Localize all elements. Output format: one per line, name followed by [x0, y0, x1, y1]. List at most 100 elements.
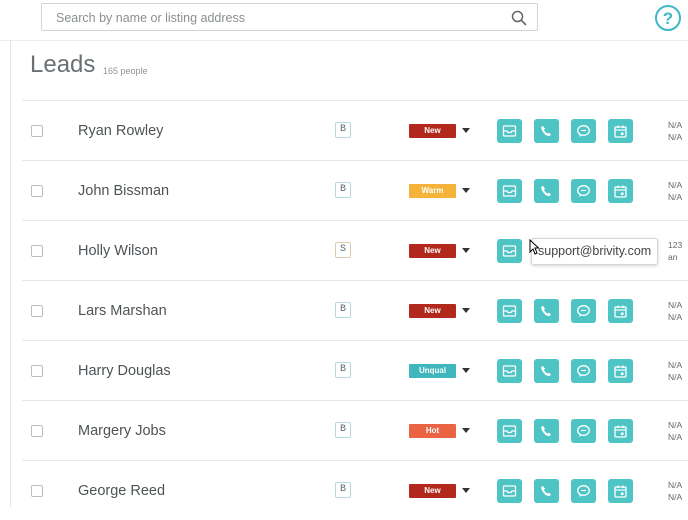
calendar-button[interactable]	[608, 419, 633, 443]
lead-type-badge: B	[335, 362, 351, 378]
lead-row[interactable]: Margery Jobs B Hot N/A N/A	[22, 400, 688, 460]
lead-meta: N/A N/A	[668, 479, 682, 503]
meta-line: N/A	[668, 300, 683, 310]
sidebar-edge	[10, 40, 11, 507]
phone-icon	[541, 486, 551, 497]
email-icon	[502, 425, 517, 437]
help-icon[interactable]: ?	[654, 4, 682, 32]
email-button[interactable]	[497, 479, 522, 503]
calendar-icon	[614, 125, 627, 138]
chat-button[interactable]	[571, 419, 596, 443]
lead-count: 165 people	[103, 66, 148, 76]
email-tooltip: support@brivity.com	[531, 238, 659, 265]
phone-button[interactable]	[534, 299, 559, 323]
status-badge[interactable]: Hot	[409, 424, 456, 438]
meta-line: N/A	[668, 372, 683, 382]
search-icon[interactable]	[511, 10, 527, 26]
status-dropdown-icon[interactable]	[462, 488, 470, 493]
top-bar: ?	[0, 0, 688, 40]
status-dropdown-icon[interactable]	[462, 368, 470, 373]
lead-name[interactable]: Harry Douglas	[78, 363, 171, 379]
chat-icon	[577, 125, 590, 137]
calendar-icon	[614, 425, 627, 438]
calendar-button[interactable]	[608, 359, 633, 383]
status-badge[interactable]: New	[409, 244, 456, 258]
status-badge[interactable]: New	[409, 484, 456, 498]
chat-icon	[577, 425, 590, 437]
search-bar[interactable]	[41, 3, 538, 32]
select-checkbox[interactable]	[31, 125, 43, 137]
lead-meta: N/A N/A	[668, 119, 682, 143]
phone-button[interactable]	[534, 359, 559, 383]
email-icon	[502, 485, 517, 497]
chat-button[interactable]	[571, 479, 596, 503]
lead-name[interactable]: Margery Jobs	[78, 423, 166, 439]
select-checkbox[interactable]	[31, 485, 43, 497]
email-icon	[502, 365, 517, 377]
page-title: Leads	[30, 51, 96, 78]
svg-text:?: ?	[663, 9, 673, 28]
calendar-button[interactable]	[608, 119, 633, 143]
meta-line: N/A	[668, 432, 683, 442]
select-checkbox[interactable]	[31, 365, 43, 377]
phone-icon	[541, 426, 551, 437]
calendar-button[interactable]	[608, 299, 633, 323]
status-dropdown-icon[interactable]	[462, 248, 470, 253]
status-dropdown-icon[interactable]	[462, 308, 470, 313]
chat-button[interactable]	[571, 359, 596, 383]
top-divider	[0, 40, 688, 41]
chat-button[interactable]	[571, 119, 596, 143]
chat-button[interactable]	[571, 299, 596, 323]
lead-name[interactable]: George Reed	[78, 483, 165, 499]
status-badge[interactable]: New	[409, 304, 456, 318]
status-badge[interactable]: New	[409, 124, 456, 138]
email-button[interactable]	[497, 419, 522, 443]
lead-name[interactable]: Ryan Rowley	[78, 123, 163, 139]
lead-row[interactable]: Ryan Rowley B New N/A N/A	[22, 100, 688, 160]
lead-row[interactable]: John Bissman B Warm N/A N/A	[22, 160, 688, 220]
email-icon	[502, 245, 517, 257]
lead-type-badge: B	[335, 122, 351, 138]
calendar-icon	[614, 485, 627, 498]
status-badge[interactable]: Unqual	[409, 364, 456, 378]
chat-button[interactable]	[571, 179, 596, 203]
select-checkbox[interactable]	[31, 245, 43, 257]
email-button[interactable]	[497, 119, 522, 143]
chat-icon	[577, 185, 590, 197]
phone-button[interactable]	[534, 479, 559, 503]
phone-button[interactable]	[534, 419, 559, 443]
calendar-button[interactable]	[608, 179, 633, 203]
status-dropdown-icon[interactable]	[462, 188, 470, 193]
status-badge[interactable]: Warm	[409, 184, 456, 198]
search-input[interactable]	[54, 4, 498, 32]
mouse-cursor-icon	[529, 239, 539, 255]
lead-name[interactable]: Lars Marshan	[78, 303, 167, 319]
select-checkbox[interactable]	[31, 425, 43, 437]
select-checkbox[interactable]	[31, 185, 43, 197]
lead-meta: N/A N/A	[668, 359, 682, 383]
status-dropdown-icon[interactable]	[462, 428, 470, 433]
email-button[interactable]	[497, 299, 522, 323]
calendar-icon	[614, 185, 627, 198]
lead-name[interactable]: John Bissman	[78, 183, 169, 199]
email-button[interactable]	[497, 359, 522, 383]
phone-button[interactable]	[534, 179, 559, 203]
phone-button[interactable]	[534, 119, 559, 143]
calendar-icon	[614, 365, 627, 378]
calendar-button[interactable]	[608, 479, 633, 503]
status-dropdown-icon[interactable]	[462, 128, 470, 133]
lead-row[interactable]: Harry Douglas B Unqual N/A N/A	[22, 340, 688, 400]
lead-row[interactable]: Lars Marshan B New N/A N/A	[22, 280, 688, 340]
lead-type-badge: B	[335, 422, 351, 438]
meta-line: an	[668, 252, 678, 262]
select-checkbox[interactable]	[31, 305, 43, 317]
meta-line: N/A	[668, 312, 683, 322]
lead-type-badge: B	[335, 302, 351, 318]
lead-row[interactable]: George Reed B New N/A N/A	[22, 460, 688, 520]
lead-meta: 123 an	[668, 239, 682, 263]
chat-icon	[577, 365, 590, 377]
email-button[interactable]	[497, 239, 522, 263]
email-button[interactable]	[497, 179, 522, 203]
lead-name[interactable]: Holly Wilson	[78, 243, 158, 259]
email-icon	[502, 305, 517, 317]
